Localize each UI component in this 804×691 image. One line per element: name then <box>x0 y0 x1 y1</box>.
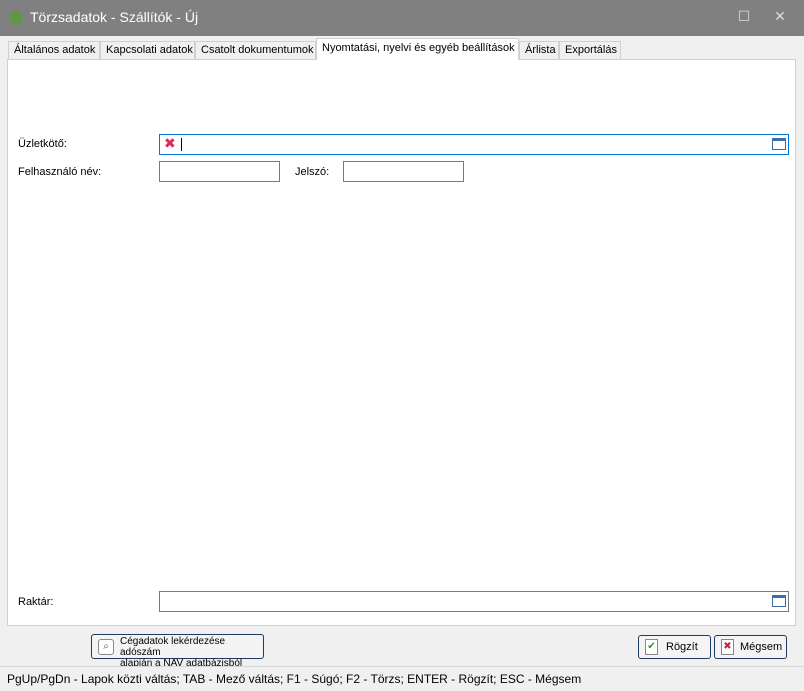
raktar-input[interactable] <box>159 591 789 612</box>
felhasznalo-input[interactable] <box>159 161 280 182</box>
close-button[interactable]: ✕ <box>767 6 793 28</box>
save-label: Rögzít <box>666 641 698 653</box>
nav-query-line1: Cégadatok lekérdezése adószám <box>120 636 226 658</box>
tab-exportalas[interactable]: Exportálás <box>559 41 621 59</box>
status-bar: PgUp/PgDn - Lapok közti váltás; TAB - Me… <box>0 666 804 691</box>
nav-query-button[interactable]: ⌕ Cégadatok lekérdezése adószám alapján … <box>91 634 264 669</box>
tab-bar: Általános adatok Kapcsolati adatok Csato… <box>8 38 804 60</box>
jelszo-label: Jelszó: <box>295 166 330 178</box>
jelszo-input[interactable] <box>343 161 464 182</box>
tab-csatolt[interactable]: Csatolt dokumentumok <box>195 41 316 59</box>
save-button[interactable]: ✔ Rögzít <box>638 635 711 659</box>
tab-altalanos[interactable]: Általános adatok <box>8 41 100 59</box>
cancel-label: Mégsem <box>740 641 783 653</box>
text-caret <box>181 138 182 151</box>
window-title: Törzsadatok - Szállítók - Új <box>30 9 199 25</box>
raktar-label: Raktár: <box>18 596 54 608</box>
x-icon: ✖ <box>721 639 734 655</box>
title-bar: Törzsadatok - Szállítók - Új ☐ ✕ <box>0 0 804 36</box>
uzletkoto-label: Üzletkötő: <box>18 138 67 150</box>
magnifier-icon: ⌕ <box>98 639 114 655</box>
felhasznalo-label: Felhasználó név: <box>18 166 102 178</box>
clear-icon[interactable]: ✖ <box>164 137 176 152</box>
check-icon: ✔ <box>645 639 658 655</box>
app-icon <box>9 11 23 25</box>
tab-arlista[interactable]: Árlista <box>519 41 559 59</box>
uzletkoto-input[interactable]: ✖ <box>159 134 789 155</box>
tab-kapcsolati[interactable]: Kapcsolati adatok <box>100 41 195 59</box>
lookup-icon[interactable] <box>772 595 786 607</box>
cancel-button[interactable]: ✖ Mégsem <box>714 635 787 659</box>
tab-nyomtatasi[interactable]: Nyomtatási, nyelvi és egyéb beállítások <box>316 38 519 60</box>
maximize-button[interactable]: ☐ <box>731 6 757 28</box>
lookup-icon[interactable] <box>772 138 786 150</box>
